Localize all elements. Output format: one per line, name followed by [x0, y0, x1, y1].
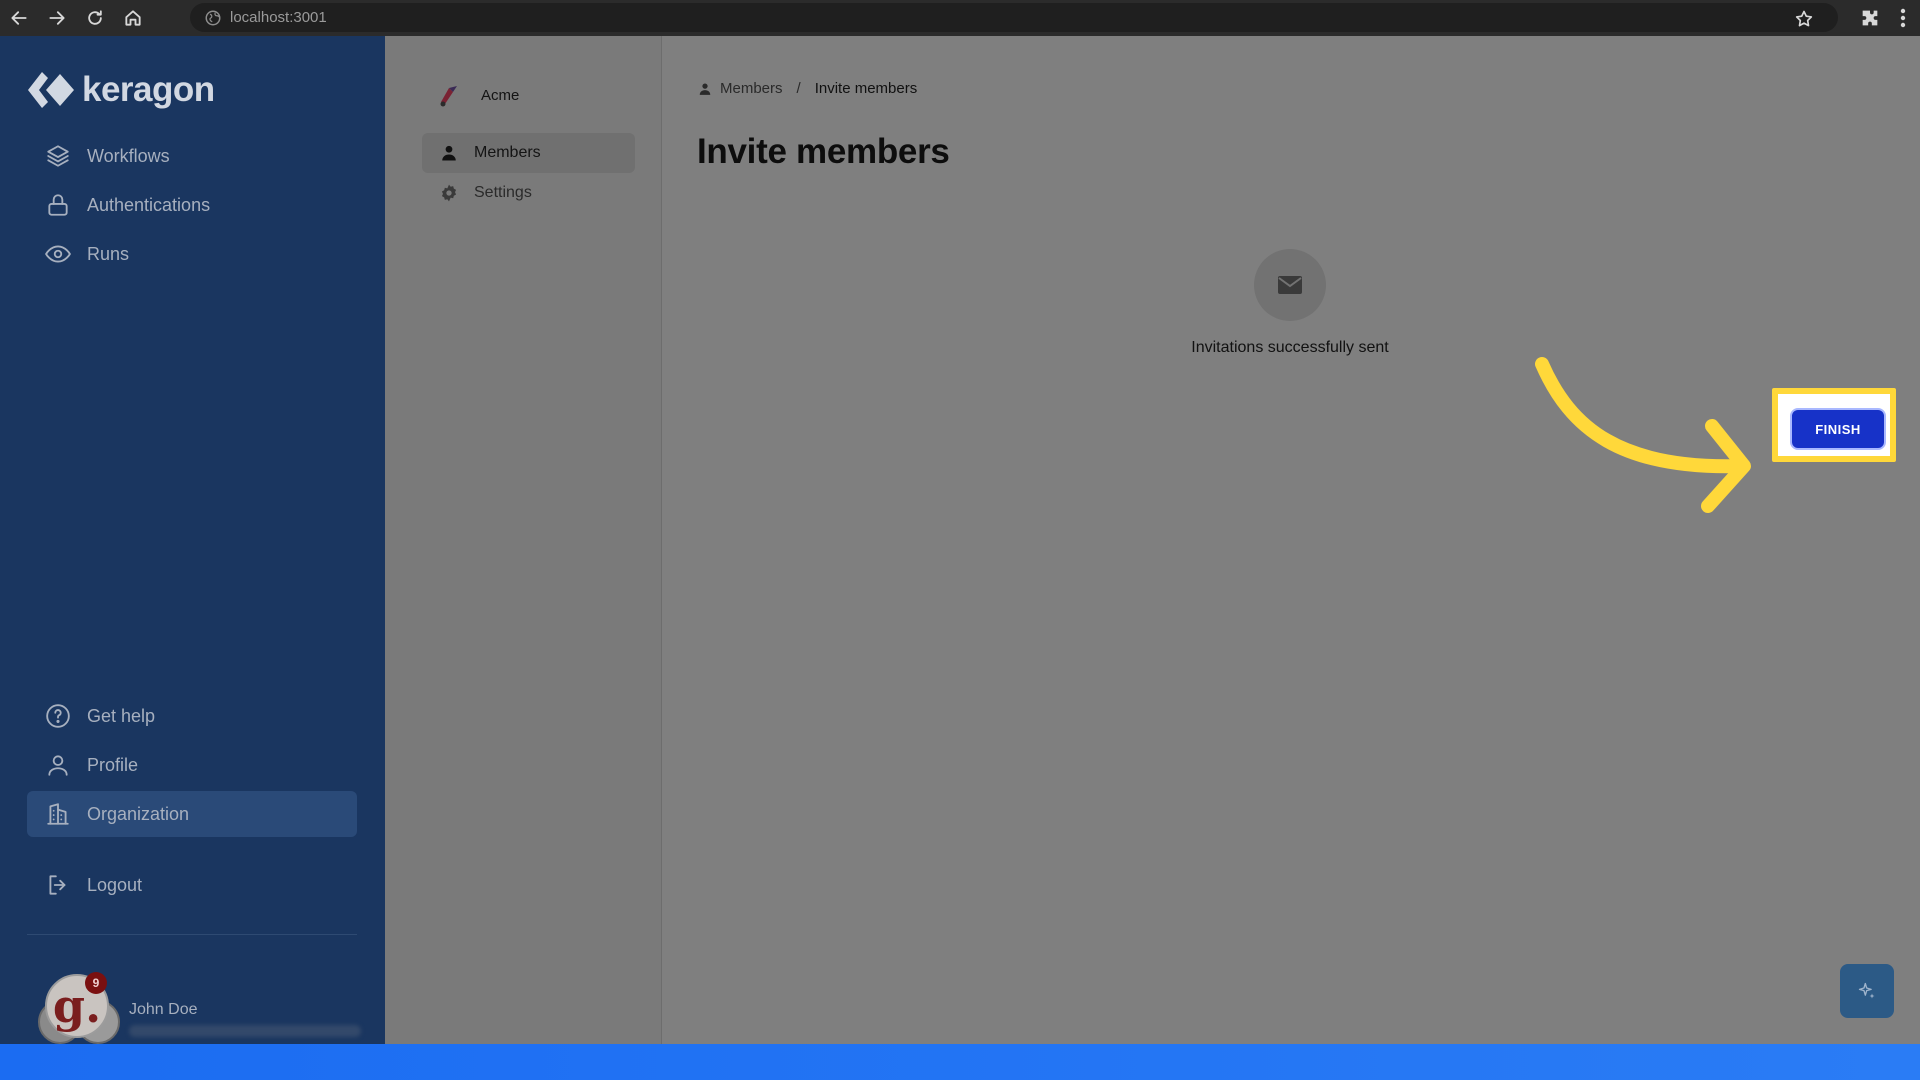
- reload-button[interactable]: [76, 0, 114, 36]
- eye-icon: [43, 239, 73, 269]
- sidebar-item-label: Runs: [87, 243, 130, 264]
- sidebar-item-label: Workflows: [87, 145, 170, 166]
- sidebar-item-workflows[interactable]: Workflows: [27, 133, 357, 179]
- sidebar-item-label: Get help: [87, 705, 156, 726]
- building-icon: [43, 799, 73, 829]
- address-bar[interactable]: localhost:3001: [190, 3, 1838, 32]
- org-logo-icon: [440, 86, 457, 107]
- subnav-item-settings[interactable]: Settings: [422, 173, 635, 213]
- bookmark-star-icon[interactable]: [1794, 9, 1814, 29]
- main-sidebar: keragon Workflows Authentications Runs G…: [0, 36, 385, 1044]
- subnav-item-members[interactable]: Members: [422, 133, 635, 173]
- sidebar-item-authentications[interactable]: Authentications: [27, 182, 357, 228]
- breadcrumb-current: Invite members: [814, 80, 918, 97]
- assistant-button[interactable]: [1840, 964, 1894, 1018]
- brand-logo[interactable]: keragon: [26, 70, 215, 110]
- url-text: localhost:3001: [230, 9, 327, 26]
- browser-toolbar: localhost:3001: [0, 0, 1920, 36]
- logout-icon: [43, 870, 73, 900]
- org-header: Acme: [435, 82, 519, 108]
- sidebar-divider: [27, 934, 357, 935]
- brand-name: keragon: [82, 70, 215, 109]
- finish-button[interactable]: FINISH: [1790, 408, 1886, 450]
- logout-label: Logout: [87, 874, 143, 895]
- user-profile[interactable]: g. 9 John Doe: [34, 972, 364, 1044]
- logout-button[interactable]: Logout: [27, 862, 357, 908]
- sidebar-item-organization[interactable]: Organization: [27, 791, 357, 837]
- arrow-left-icon: [11, 11, 27, 25]
- sidebar-item-label: Organization: [87, 803, 190, 824]
- sidebar-item-runs[interactable]: Runs: [27, 231, 357, 277]
- breadcrumb-members-link[interactable]: Members: [720, 80, 783, 97]
- notification-badge: 9: [85, 972, 107, 994]
- kebab-menu-icon: [1900, 8, 1906, 28]
- breadcrumb-separator: /: [796, 80, 801, 97]
- reload-icon: [88, 10, 102, 25]
- user-name: John Doe: [129, 1001, 198, 1018]
- user-email-blurred: [129, 1025, 361, 1037]
- home-button[interactable]: [114, 0, 152, 36]
- extensions-button[interactable]: [1855, 0, 1885, 36]
- sidebar-item-profile[interactable]: Profile: [27, 742, 357, 788]
- org-name: Acme: [481, 86, 520, 104]
- puzzle-icon: [1862, 10, 1878, 26]
- bottom-bar: [0, 1044, 1920, 1080]
- person-icon: [438, 142, 460, 164]
- subnav-item-label: Settings: [474, 184, 532, 201]
- lock-icon: [43, 190, 73, 220]
- sidebar-item-label: Authentications: [87, 194, 211, 215]
- person-icon: [699, 82, 711, 95]
- success-message: Invitations successfully sent: [1191, 339, 1389, 356]
- sidebar-item-get-help[interactable]: Get help: [27, 693, 357, 739]
- main-content: Members / Invite members Invite members …: [662, 36, 1920, 1044]
- keragon-logo-icon: [28, 72, 74, 108]
- mail-icon: [1254, 249, 1326, 321]
- sparkle-icon: [1858, 982, 1875, 999]
- back-button[interactable]: [0, 0, 38, 36]
- pointer-arrow-icon: [1535, 357, 1751, 513]
- page-title: Invite members: [697, 132, 950, 171]
- user-icon: [43, 750, 73, 780]
- browser-menu-button[interactable]: [1888, 0, 1918, 36]
- home-icon: [125, 10, 141, 26]
- layers-icon: [43, 141, 73, 171]
- breadcrumb: Members / Invite members: [698, 80, 917, 97]
- site-info-icon: [205, 10, 221, 25]
- gear-icon: [438, 182, 460, 204]
- sidebar-item-label: Profile: [87, 754, 139, 775]
- arrow-right-icon: [49, 11, 65, 25]
- forward-button[interactable]: [38, 0, 76, 36]
- organization-subnav: Acme Members Settings: [385, 36, 662, 1044]
- help-circle-icon: [43, 701, 73, 731]
- subnav-item-label: Members: [474, 144, 541, 161]
